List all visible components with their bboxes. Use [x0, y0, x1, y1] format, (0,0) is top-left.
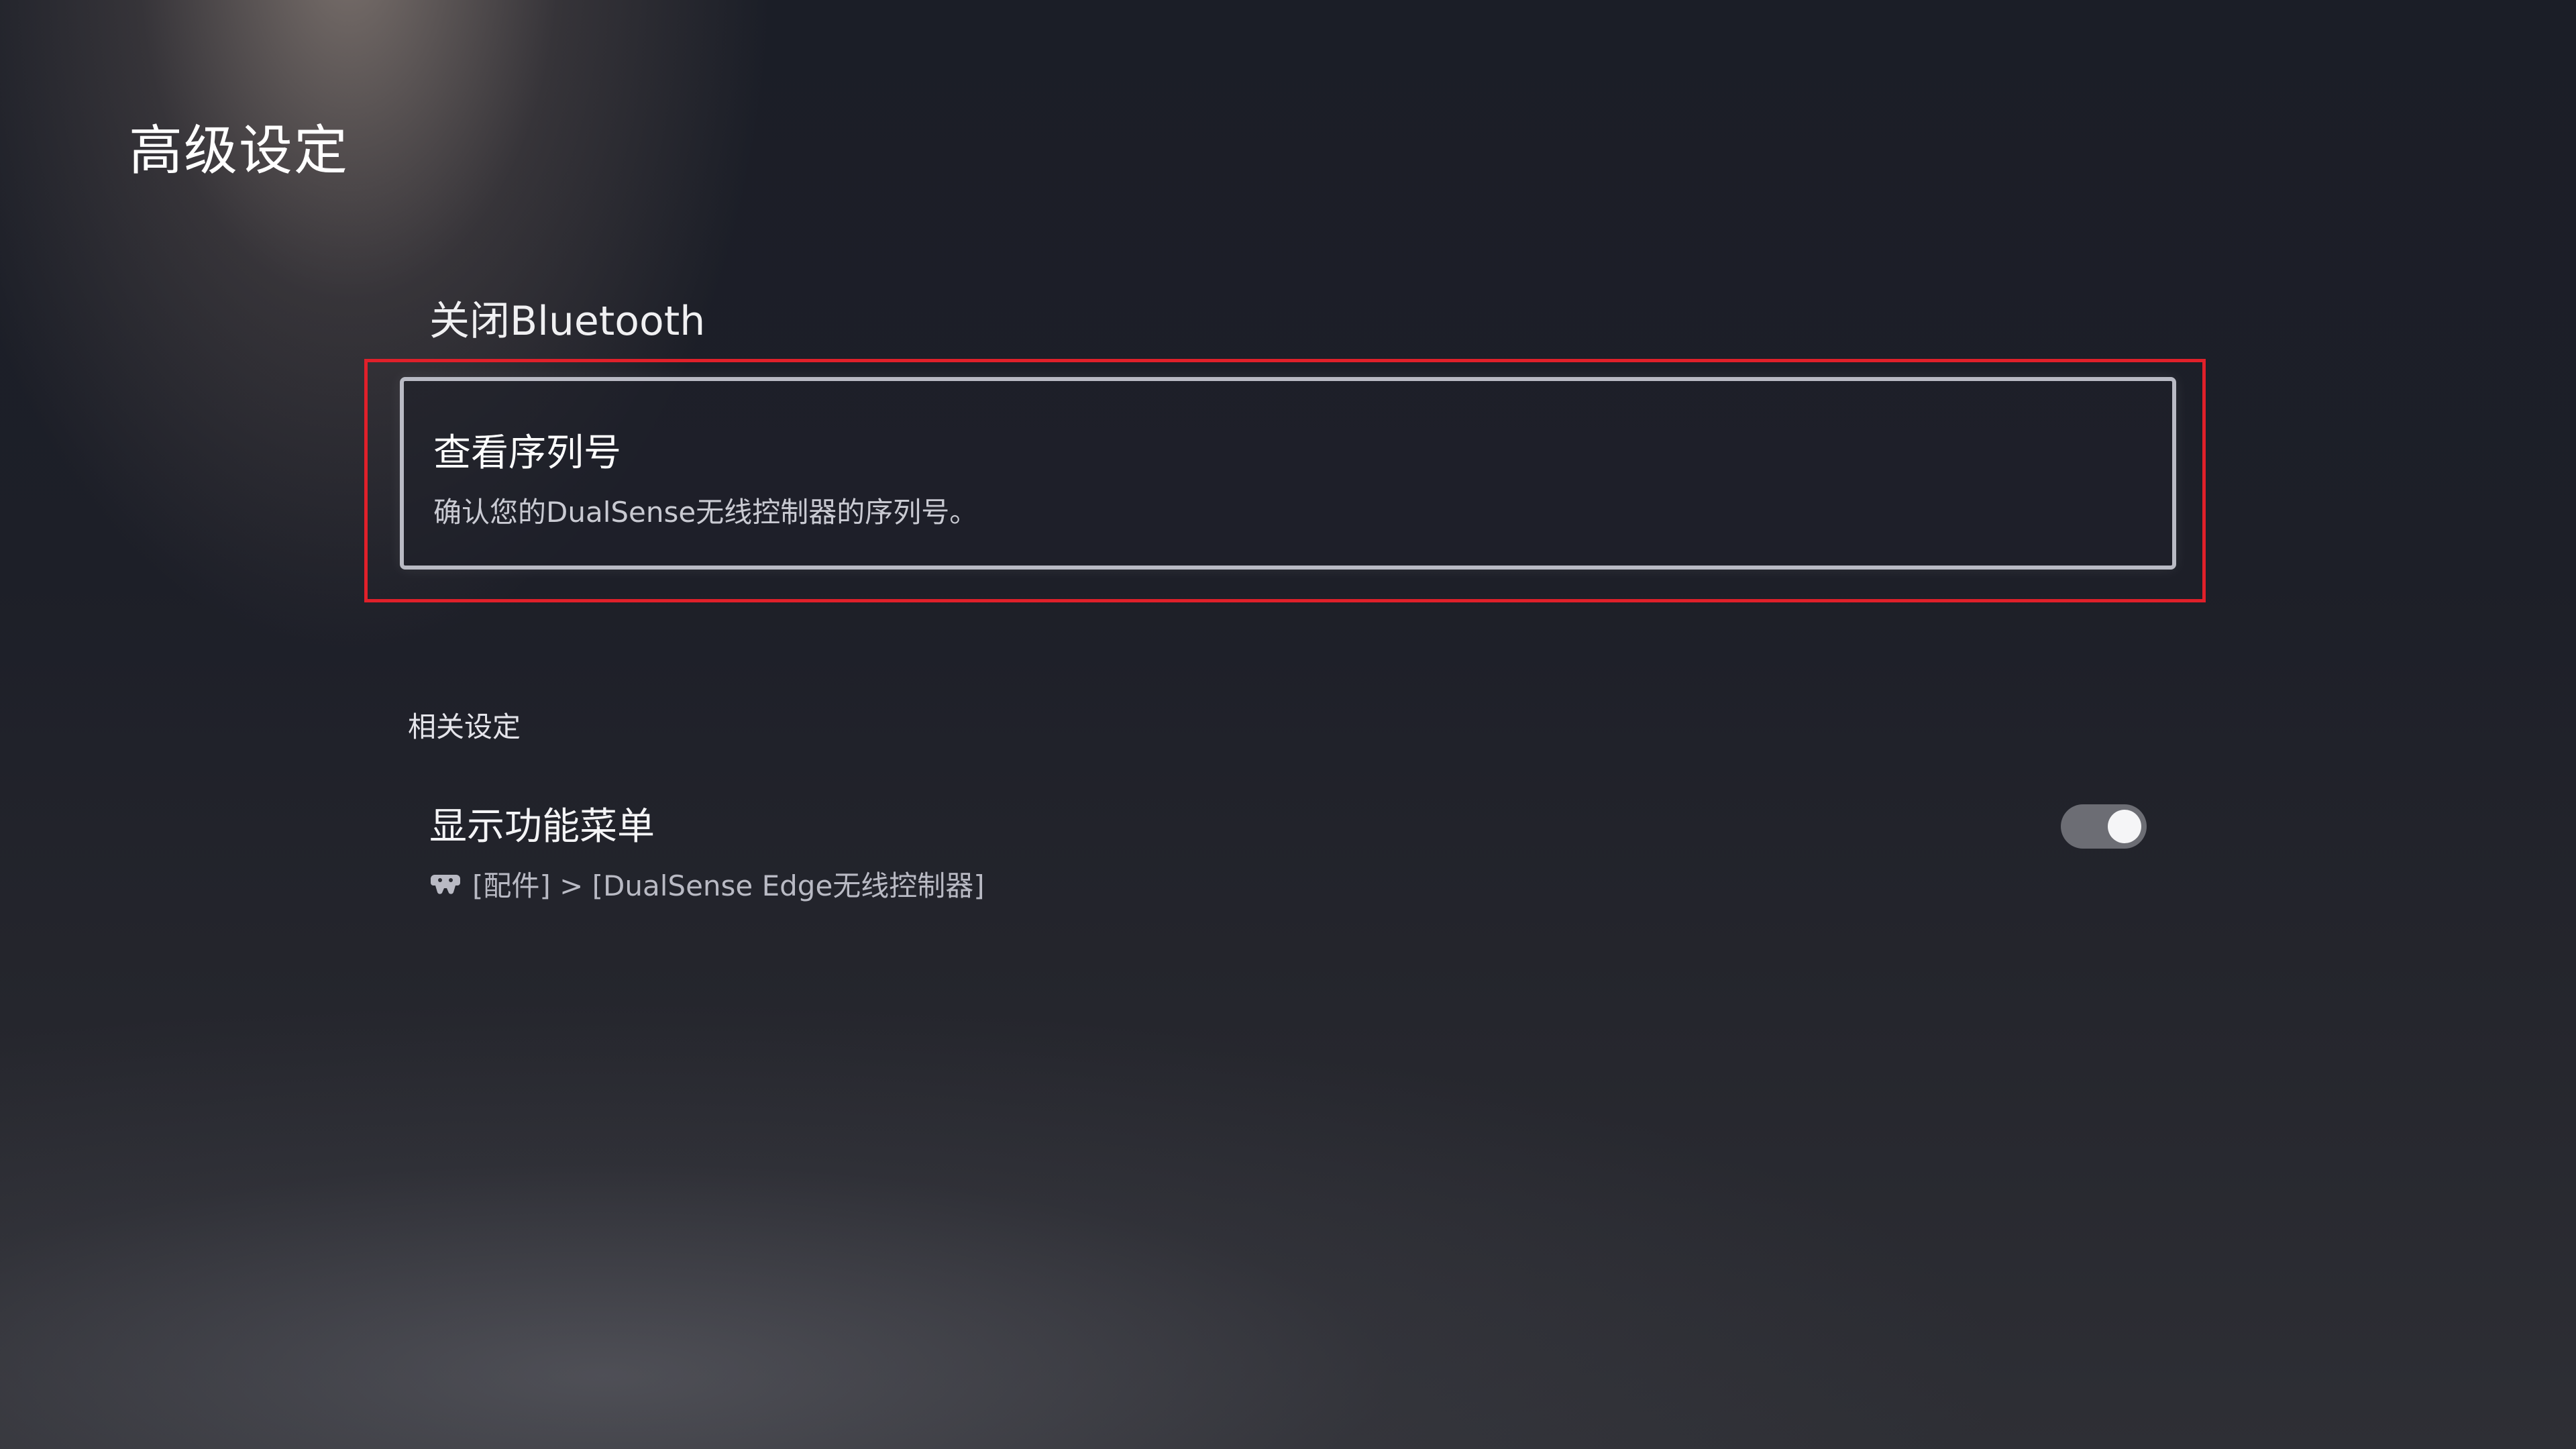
setting-path: [配件] > [DualSense Edge无线控制器] [429, 863, 985, 904]
controller-icon [431, 874, 460, 894]
setting-row-show-function-menu[interactable]: 显示功能菜单 [配件] > [DualSense Edge无线控制器] [400, 788, 2176, 909]
menu-item-label: 查看序列号 [433, 431, 621, 475]
section-header-related-settings: 相关设定 [408, 710, 521, 743]
page-title: 高级设定 [129, 119, 349, 182]
menu-item-view-serial-number[interactable]: 查看序列号 确认您的DualSense无线控制器的序列号。 [400, 377, 2176, 570]
show-function-menu-toggle[interactable] [2061, 804, 2147, 849]
toggle-knob [2108, 810, 2141, 843]
menu-item-description: 确认您的DualSense无线控制器的序列号。 [433, 496, 978, 529]
settings-screen: 高级设定 关闭Bluetooth 查看序列号 确认您的DualSense无线控制… [0, 0, 2576, 1449]
setting-path-text: [配件] > [DualSense Edge无线控制器] [472, 869, 985, 902]
setting-label: 显示功能菜单 [429, 805, 655, 849]
menu-item-turn-off-bluetooth[interactable]: 关闭Bluetooth [429, 288, 705, 347]
